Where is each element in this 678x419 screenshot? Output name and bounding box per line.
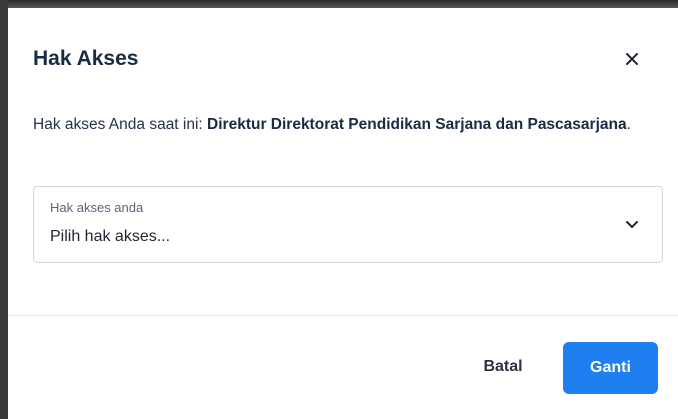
modal-body: Hak akses Anda saat ini: Direktur Direkt… <box>33 112 663 263</box>
current-access-text: Hak akses Anda saat ini: Direktur Direkt… <box>33 112 663 138</box>
select-value: Pilih hak akses... <box>50 228 171 245</box>
access-select[interactable]: Hak akses anda Pilih hak akses... <box>33 186 663 263</box>
access-text-prefix: Hak akses Anda saat ini: <box>33 116 208 133</box>
current-role: Direktur Direktorat Pendidikan Sarjana d… <box>207 116 627 133</box>
submit-button[interactable]: Ganti <box>563 342 658 394</box>
chevron-down-icon <box>626 221 638 228</box>
select-label: Hak akses anda <box>50 200 144 215</box>
modal-footer: Batal Ganti <box>8 316 678 419</box>
modal-title: Hak Akses <box>33 47 139 70</box>
modal-header: Hak Akses <box>8 8 678 98</box>
access-text-suffix: . <box>626 116 631 133</box>
modal-backdrop-edge[interactable] <box>0 0 8 419</box>
close-button[interactable] <box>618 45 646 73</box>
close-icon <box>626 53 638 65</box>
access-modal: Hak Akses Hak akses Anda saat ini: Direk… <box>8 8 678 419</box>
modal-backdrop[interactable] <box>0 0 678 8</box>
cancel-button[interactable]: Batal <box>469 342 537 392</box>
